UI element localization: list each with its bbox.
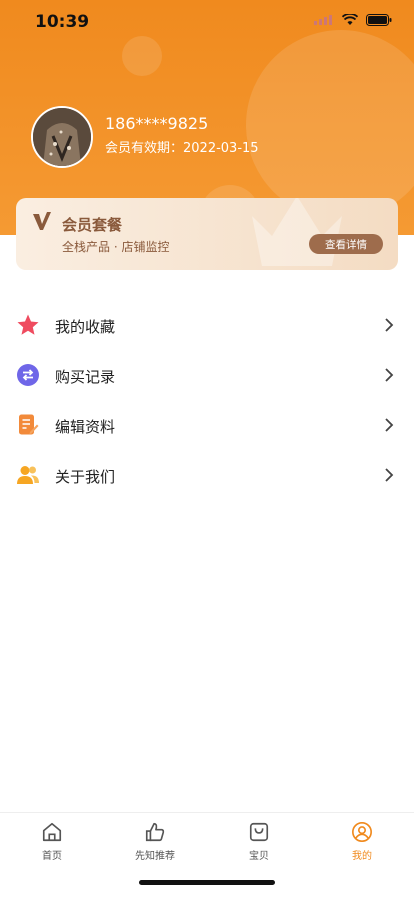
status-time: 10:39: [35, 12, 90, 32]
thumbs-up-icon: [145, 822, 165, 842]
chevron-right-icon: [385, 468, 394, 482]
star-icon: [17, 314, 39, 335]
tab-home[interactable]: 首页: [17, 821, 87, 869]
profile-menu: 我的收藏 购买记录 编辑资料 关于我们: [0, 300, 414, 500]
shopping-bag-icon: [249, 822, 269, 842]
user-icon: [352, 822, 372, 842]
tab-goods[interactable]: 宝贝: [224, 821, 294, 869]
menu-label: 编辑资料: [55, 418, 116, 436]
battery-icon: [366, 14, 392, 26]
tab-label: 首页: [42, 851, 62, 862]
avatar[interactable]: [31, 106, 93, 168]
signal-icon: [314, 15, 332, 25]
tab-mine[interactable]: 我的: [327, 821, 397, 869]
membership-expiry: 会员有效期：2022-03-15: [105, 141, 259, 156]
menu-label: 购买记录: [55, 368, 116, 386]
chevron-right-icon: [385, 368, 394, 382]
view-details-button[interactable]: 查看详情: [309, 234, 383, 254]
tab-label: 我的: [352, 851, 372, 862]
vip-title: 会员套餐: [62, 216, 123, 234]
people-icon: [17, 466, 39, 484]
edit-document-icon: [19, 414, 39, 435]
tab-label: 先知推荐: [135, 851, 175, 862]
chevron-right-icon: [385, 318, 394, 332]
vip-logo-icon: [33, 212, 51, 230]
home-indicator: [139, 880, 275, 885]
tab-label: 宝贝: [249, 851, 269, 862]
tab-recommend[interactable]: 先知推荐: [120, 821, 190, 869]
user-phone: 186****9825: [105, 114, 209, 133]
chevron-right-icon: [385, 418, 394, 432]
menu-item-edit-profile[interactable]: 编辑资料: [0, 400, 414, 450]
vip-package-card[interactable]: 会员套餐 全栈产品 · 店铺监控 查看详情: [16, 198, 398, 270]
decor-bubble: [246, 30, 414, 220]
menu-label: 我的收藏: [55, 318, 116, 336]
menu-item-about-us[interactable]: 关于我们: [0, 450, 414, 500]
vip-subtitle: 全栈产品 · 店铺监控: [62, 240, 170, 254]
status-bar: 10:39: [0, 0, 414, 44]
menu-item-purchase-history[interactable]: 购买记录: [0, 350, 414, 400]
menu-item-favorites[interactable]: 我的收藏: [0, 300, 414, 350]
exchange-icon: [17, 364, 39, 386]
wifi-icon: [342, 14, 358, 25]
home-icon: [42, 822, 62, 842]
menu-label: 关于我们: [55, 468, 116, 486]
